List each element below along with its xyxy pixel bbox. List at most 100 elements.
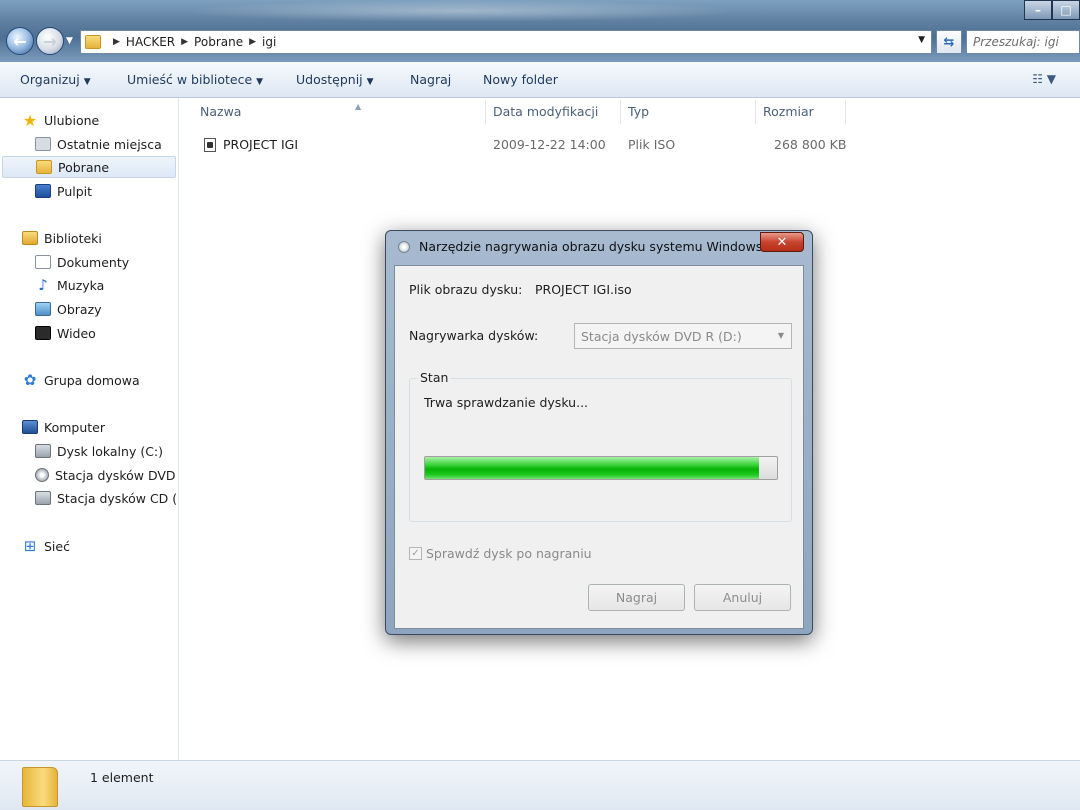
burner-select[interactable]: Stacja dysków DVD R (D:) ▼	[574, 323, 792, 349]
image-file-value: PROJECT IGI.iso	[535, 282, 632, 297]
status-group-label: Stan	[418, 370, 451, 385]
computer-icon	[22, 420, 38, 434]
cancel-button[interactable]: Anuluj	[694, 584, 791, 611]
breadcrumb-chevron-icon[interactable]: ▶	[249, 37, 256, 47]
sidebar-item-recent[interactable]: Ostatnie miejsca	[35, 133, 162, 155]
sort-ascending-icon: ▲	[355, 102, 362, 111]
progress-bar	[424, 456, 778, 480]
sidebar-item-network[interactable]: ⊞ Sieć	[22, 535, 70, 557]
column-header-modified[interactable]: Data modyfikacji	[493, 104, 598, 119]
sidebar-item-computer[interactable]: Komputer	[22, 416, 105, 438]
navigation-pane: ★ Ulubione Ostatnie miejsca Pobrane Pulpi…	[0, 98, 179, 760]
recent-pages-dropdown-icon[interactable]: ▼	[66, 36, 73, 46]
status-text: Trwa sprawdzanie dysku...	[424, 395, 589, 410]
column-header-type[interactable]: Typ	[628, 104, 649, 119]
pictures-icon	[35, 302, 51, 316]
checkmark-icon: ✓	[409, 547, 422, 560]
column-header-name[interactable]: Nazwa ▲	[200, 102, 361, 119]
sidebar-item-label: Stacja dysków DVD R	[55, 467, 179, 483]
verify-label: Sprawdź dysk po nagraniu	[426, 546, 592, 561]
sidebar-item-pictures[interactable]: Obrazy	[35, 298, 102, 320]
hard-drive-icon	[35, 444, 51, 458]
sidebar-item-label: Wideo	[57, 325, 96, 341]
forward-button[interactable]: →	[36, 27, 64, 55]
homegroup-icon: ✿	[23, 371, 37, 389]
sidebar-item-label: Muzyka	[57, 277, 105, 293]
column-divider[interactable]	[755, 100, 756, 124]
sidebar-item-label: Obrazy	[57, 301, 102, 317]
title-bar: – □ ← → ▼ ▶ HACKER ▶ Pobrane ▶ igi ▼ ⇆ P…	[0, 0, 1080, 62]
chevron-down-icon: ▼	[83, 77, 91, 87]
status-bar: 1 element	[0, 760, 1080, 810]
file-name[interactable]: PROJECT IGI	[223, 137, 298, 152]
burn-disc-image-dialog: Narzędzie nagrywania obrazu dysku system…	[385, 230, 813, 635]
sidebar-item-cd-drive[interactable]: Stacja dysków CD (E	[35, 487, 178, 509]
sidebar-item-label: Pobrane	[58, 159, 110, 175]
refresh-button[interactable]: ⇆	[936, 30, 962, 54]
burner-label: Nagrywarka dysków:	[409, 328, 539, 343]
forward-arrow-icon: →	[43, 31, 57, 51]
column-header-size[interactable]: Rozmiar	[763, 104, 814, 119]
sidebar-item-music[interactable]: ♪ Muzyka	[35, 274, 104, 296]
sidebar-item-homegroup[interactable]: ✿ Grupa domowa	[22, 369, 140, 391]
sidebar-item-desktop[interactable]: Pulpit	[35, 180, 92, 202]
organize-label: Organizuj	[20, 72, 80, 87]
folder-icon	[22, 767, 58, 807]
verify-checkbox[interactable]: ✓ Sprawdź dysk po nagraniu	[409, 546, 592, 561]
back-arrow-icon: ←	[13, 31, 27, 51]
column-divider[interactable]	[620, 100, 621, 124]
include-library-label: Umieść w bibliotece	[127, 72, 253, 87]
sidebar-item-label: Dysk lokalny (C:)	[57, 443, 164, 459]
close-icon: ✕	[776, 234, 788, 250]
share-label: Udostępnij	[296, 72, 363, 87]
sidebar-item-documents[interactable]: Dokumenty	[35, 251, 129, 273]
desktop-icon	[35, 184, 51, 198]
maximize-button[interactable]: □	[1052, 0, 1080, 20]
burn-button[interactable]: Nagraj	[588, 584, 685, 611]
iso-file-icon	[204, 138, 216, 152]
view-options-button[interactable]: ☷ ▼	[1032, 72, 1056, 86]
column-divider[interactable]	[485, 100, 486, 124]
chevron-down-icon: ▼	[777, 331, 784, 340]
breadcrumb-chevron-icon[interactable]: ▶	[113, 37, 120, 47]
breadcrumb-pobrane[interactable]: Pobrane	[194, 35, 243, 49]
sidebar-item-label: Komputer	[44, 419, 105, 435]
new-folder-button[interactable]: Nowy folder	[483, 72, 558, 87]
sidebar-item-label: Biblioteki	[44, 230, 102, 246]
documents-icon	[35, 255, 51, 269]
include-library-menu[interactable]: Umieść w bibliotece ▼	[127, 72, 263, 87]
breadcrumb-igi[interactable]: igi	[262, 35, 276, 49]
command-bar: Organizuj ▼ Umieść w bibliotece ▼ Udostępn…	[0, 62, 1080, 98]
search-input[interactable]: Przeszukaj: igi	[966, 30, 1080, 54]
breadcrumb-chevron-icon[interactable]: ▶	[181, 37, 188, 47]
address-bar[interactable]: ▶ HACKER ▶ Pobrane ▶ igi ▼	[80, 30, 932, 54]
address-dropdown-icon[interactable]: ▼	[918, 35, 925, 45]
chevron-down-icon: ▼	[256, 77, 264, 87]
network-icon: ⊞	[23, 537, 37, 555]
sidebar-item-downloads[interactable]: Pobrane	[2, 156, 176, 178]
sidebar-item-libraries[interactable]: Biblioteki	[22, 227, 102, 249]
breadcrumb-hacker[interactable]: HACKER	[126, 35, 175, 49]
share-menu[interactable]: Udostępnij ▼	[296, 72, 374, 87]
dialog-title: Narzędzie nagrywania obrazu dysku system…	[419, 239, 763, 254]
dialog-body: Plik obrazu dysku: PROJECT IGI.iso Nagry…	[394, 265, 804, 629]
sidebar-item-dvd-drive[interactable]: Stacja dysków DVD R	[35, 464, 179, 486]
sidebar-item-favorites[interactable]: ★ Ulubione	[22, 109, 99, 131]
status-group: Stan Trwa sprawdzanie dysku...	[409, 370, 792, 522]
back-button[interactable]: ←	[6, 27, 34, 55]
disc-burner-icon	[398, 241, 410, 253]
sidebar-item-videos[interactable]: Wideo	[35, 322, 96, 344]
view-grid-icon: ☷ ▼	[1032, 72, 1056, 86]
refresh-icon: ⇆	[943, 34, 955, 50]
column-divider[interactable]	[845, 100, 846, 124]
burn-button[interactable]: Nagraj	[410, 72, 451, 87]
file-type: Plik ISO	[628, 137, 676, 152]
sidebar-item-local-disk[interactable]: Dysk lokalny (C:)	[35, 440, 163, 462]
dvd-disc-icon	[35, 468, 49, 482]
close-button[interactable]: ✕	[760, 232, 804, 252]
image-file-label: Plik obrazu dysku:	[409, 282, 523, 297]
organize-menu[interactable]: Organizuj ▼	[20, 72, 91, 87]
libraries-icon	[22, 231, 38, 245]
music-note-icon: ♪	[38, 276, 48, 294]
minimize-button[interactable]: –	[1024, 0, 1052, 20]
